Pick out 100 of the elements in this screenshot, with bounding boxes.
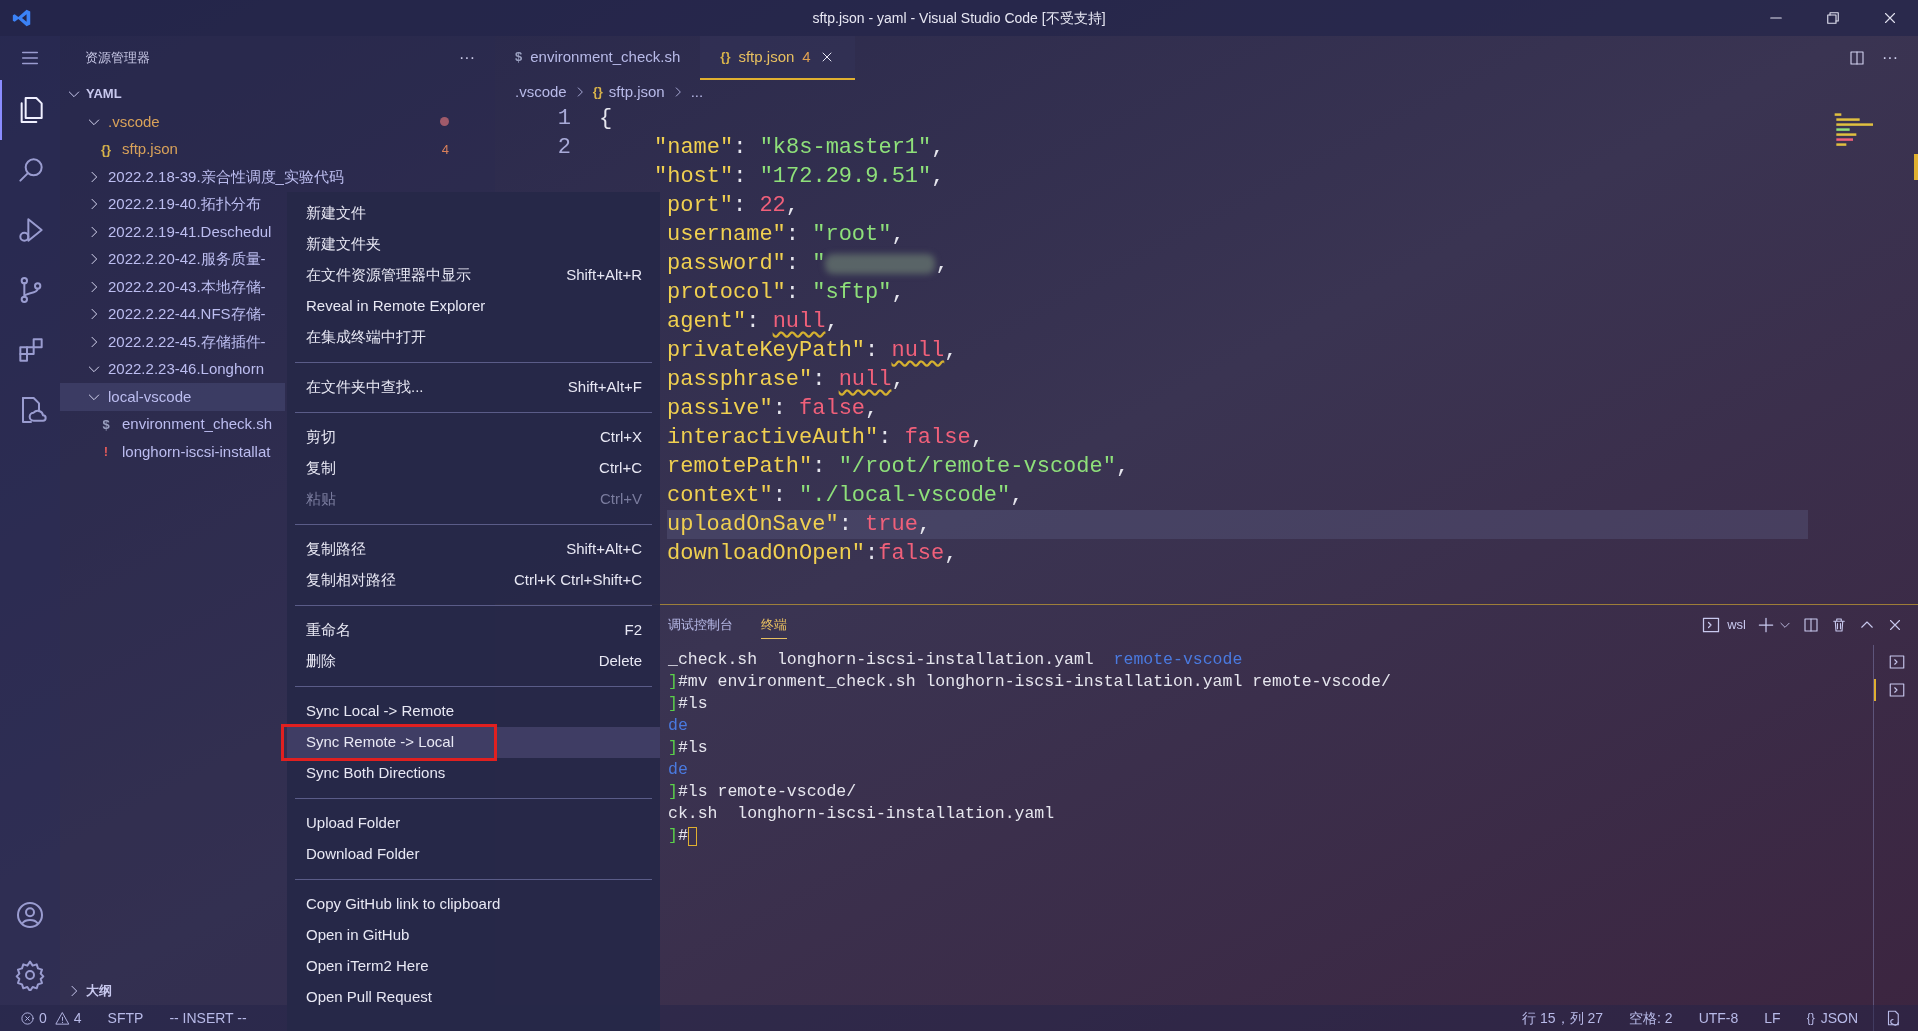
code-line: agent": null, [667,308,839,336]
terminal-line: ]#ls [668,737,709,759]
status-item[interactable]: SFTP [107,1007,144,1029]
tree-item[interactable]: 2022.2.19-41.Deschedul [60,218,285,246]
section-header[interactable]: YAML [60,80,495,108]
plus-icon[interactable] [1756,615,1776,635]
more-actions-button[interactable]: ··· [459,46,475,70]
shell-label: wsl [1727,616,1746,635]
code-line: passphrase": null, [667,366,905,394]
code-line: port": 22, [667,192,800,220]
code-line: "name": "k8s-master1", [654,134,945,162]
tree-item[interactable]: 2022.2.19-40.拓扑分布 [60,190,285,218]
code-line: username": "root", [667,221,905,249]
menu-item[interactable]: Upload Folder [287,808,660,839]
more-actions-button[interactable]: ··· [1882,46,1898,70]
code-line: remotePath": "/root/remote-vscode", [667,453,1130,481]
menu-item[interactable]: Sync Both Directions [287,758,660,789]
menu-item[interactable]: Reveal in Remote Explorer [287,291,660,322]
status-item[interactable]: 空格: 2 [1629,1007,1673,1029]
app-logo-icon [11,7,33,29]
code-line: passive": false, [667,395,879,423]
code-line: protocol": "sftp", [667,279,905,307]
menu-item[interactable]: Copy GitHub link to clipboard [287,889,660,920]
menu-item[interactable]: Sync Local -> Remote [287,696,660,727]
tree-item[interactable]: $ environment_check.sh [60,410,285,438]
tree-item[interactable]: ! longhorn-iscsi-installat [60,438,285,466]
status-item[interactable]: 行 15，列 27 [1522,1007,1604,1029]
file-name: 2022.2.22-44.NFS存储- [108,304,266,324]
terminal-line: ]#mv environment_check.sh longhorn-iscsi-installation.yaml remote-vscode/ [668,671,1392,693]
problems-status[interactable]: 0 4 [20,1007,82,1029]
tree-item[interactable]: 2022.2.20-42.服务质量- [60,245,285,273]
status-item[interactable]: UTF-8 [1698,1007,1739,1029]
file-name: 2022.2.18-39.亲合性调度_实验代码 [108,166,344,187]
account-icon[interactable] [14,899,46,931]
breadcrumb-item[interactable]: ... [690,80,704,104]
scrollbar-marker [1914,154,1918,180]
file-type-icon: $ [515,47,523,67]
tree-item[interactable]: {} sftp.json 4 [60,135,495,163]
code-line: { [599,105,613,133]
terminal-line: _check.sh longhorn-iscsi-installation.yaml remote-vscode [668,649,1244,671]
trash-icon[interactable] [1830,616,1848,634]
panel-tab[interactable]: 终端 [761,610,787,640]
menu-item[interactable]: Open Pull Request [287,982,660,1013]
terminal-icon [1888,681,1906,699]
code-line: privateKeyPath": null, [667,337,958,365]
breadcrumb-item[interactable]: sftp.json [608,80,665,104]
menu-item[interactable]: Open iTerm2 Here [287,951,660,982]
menu-item[interactable]: 复制路径 Shift+Alt+C [287,534,660,565]
menu-item[interactable]: 复制 Ctrl+C [287,453,660,484]
menu-item[interactable]: 重命名 F2 [287,615,660,646]
status-item[interactable]: -- INSERT -- [169,1007,247,1029]
menu-item[interactable]: 在集成终端中打开 [287,322,660,353]
menu-item[interactable]: 复制相对路径 Ctrl+K Ctrl+Shift+C [287,565,660,596]
file-name: 2022.2.20-43.本地存储- [108,276,266,297]
line-number: 1 [556,105,572,133]
tab-label: environment_check.sh [530,46,681,67]
file-type-icon: ! [98,442,114,462]
editor-tab[interactable]: {} sftp.json 4 [700,36,855,80]
menu-item[interactable]: 在文件资源管理器中显示 Shift+Alt+R [287,260,660,291]
file-name: longhorn-iscsi-installat [122,441,271,462]
menu-item[interactable]: 剪切 Ctrl+X [287,422,660,453]
tree-item[interactable]: 2022.2.18-39.亲合性调度_实验代码 [60,163,346,191]
menu-item[interactable]: 在文件夹中查找... Shift+Alt+F [287,372,660,403]
menu-item[interactable]: 删除 Delete [287,646,660,677]
breadcrumb-item[interactable]: .vscode [515,80,567,104]
panel-tab[interactable]: 调试控制台 [668,610,733,640]
file-name: 2022.2.22-45.存储插件- [108,331,266,352]
status-item[interactable]: LF [1764,1007,1781,1029]
language-status[interactable]: {} JSON [1806,1007,1858,1029]
menu-item[interactable]: 新建文件 [287,198,660,229]
terminal-line: ]# [668,825,1873,847]
terminal-icon [1888,653,1906,671]
file-type-icon: {} [98,139,114,159]
window-title: sftp.json - yaml - Visual Studio Code [不受支持] [812,8,1106,28]
terminal-line: ]#ls remote-vscode/ [668,781,858,803]
code-line: password": " , [667,250,949,278]
menu-item[interactable]: Open in GitHub [287,920,660,951]
editor-tab[interactable]: $ environment_check.sh [495,36,701,80]
problem-count: 4 [802,46,811,67]
tree-item[interactable]: 2022.2.23-46.Longhorn [60,355,285,383]
file-name: local-vscode [108,386,192,407]
tree-item[interactable]: 2022.2.22-44.NFS存储- [60,300,285,328]
file-name: 2022.2.19-40.拓扑分布 [108,194,261,214]
terminal-icon[interactable] [1701,615,1722,635]
menu-item[interactable]: 新建文件夹 [287,229,660,260]
tree-item[interactable]: .vscode [60,108,495,136]
tree-item[interactable]: 2022.2.22-45.存储插件- [60,328,285,356]
file-name: 2022.2.23-46.Longhorn [108,359,264,379]
file-type-icon: {} [720,47,731,67]
code-line: "host": "172.29.9.51", [654,163,945,191]
tree-item[interactable]: local-vscode [60,383,285,411]
menu-item[interactable]: Download Folder [287,839,660,870]
file-name: sftp.json [122,139,178,159]
line-number: 2 [556,134,572,162]
split-editor-icon[interactable] [1848,49,1866,67]
tab-label: sftp.json [738,46,795,67]
file-name: .vscode [108,111,160,132]
settings-icon[interactable] [14,959,46,991]
split-icon[interactable] [1802,616,1820,634]
tree-item[interactable]: 2022.2.20-43.本地存储- [60,273,285,301]
